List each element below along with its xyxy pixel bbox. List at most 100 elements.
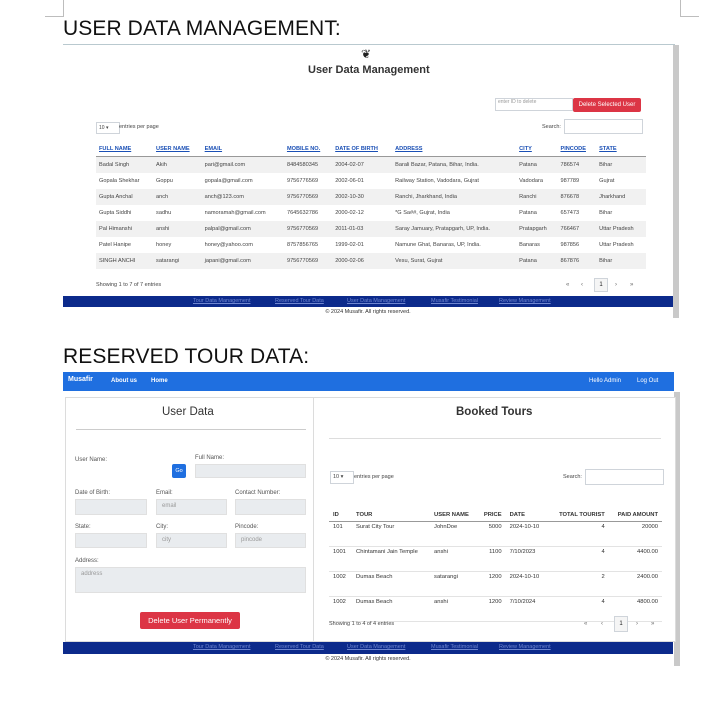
footer-link-review[interactable]: Review Management (499, 298, 551, 304)
footer-link-user-data[interactable]: User Data Management (347, 298, 405, 304)
nav-about[interactable]: About us (111, 378, 137, 384)
table-cell: 9756770569 (283, 221, 333, 237)
table-cell: 4 (549, 596, 609, 622)
brand-logo[interactable]: Musafir (68, 376, 93, 383)
column-header[interactable]: ID (329, 488, 353, 522)
column-header[interactable]: MOBILE NO. (283, 142, 333, 157)
nav-logout[interactable]: Log Out (637, 378, 658, 384)
table-cell: 1001 (329, 546, 353, 572)
copyright: © 2024 Musafir. All rights reserved. (325, 309, 411, 315)
column-header[interactable]: CITY (516, 142, 558, 157)
column-header[interactable]: PAID AMOUNT (608, 488, 662, 522)
fullname-field[interactable] (195, 464, 306, 478)
footer-link-testimonial[interactable]: Musafir Testimonial (431, 298, 478, 304)
table-row[interactable]: Patel Hanipe honey honey@yahoo.com 87578567… (96, 237, 646, 253)
entries-select[interactable]: 10 ▾ (96, 122, 120, 134)
contact-field[interactable] (235, 499, 306, 515)
footer-link-testimonial[interactable]: Musafir Testimonial (431, 644, 478, 650)
state-field[interactable] (75, 533, 147, 548)
column-header[interactable]: TOUR (352, 488, 431, 522)
pager-prev[interactable]: ‹ (581, 282, 583, 288)
table-cell: 4 (549, 521, 609, 547)
column-header[interactable]: DATE (505, 488, 550, 522)
delete-id-input[interactable]: enter ID to delete (495, 98, 573, 111)
entries-select[interactable]: 10 ▾ (330, 471, 354, 484)
table-row[interactable]: 1002 Dumas Beach satarangi 1200 2024-10-10 2 2… (329, 571, 662, 597)
scrollbar[interactable] (673, 45, 679, 318)
table-cell: japani@gmail.com (201, 253, 284, 269)
city-field[interactable]: city (156, 533, 227, 548)
table-cell: Patana (516, 156, 558, 173)
pager-last[interactable]: » (630, 282, 633, 288)
table-cell: anshi (430, 546, 478, 572)
table-cell: 8484580345 (283, 156, 333, 173)
table-cell: honey (156, 242, 172, 248)
nav-home[interactable]: Home (151, 378, 168, 384)
email-field[interactable]: email (156, 499, 227, 515)
username-label: User Name: (75, 457, 108, 463)
booked-tours-table: ID TOUR USER NAME PRICE DATE TOTAL TOURIST PAI… (329, 488, 662, 622)
column-header[interactable]: DATE OF BIRTH (332, 142, 393, 157)
address-field[interactable]: address (75, 567, 306, 593)
table-cell: 657473 (560, 210, 580, 216)
chevron-down-icon: ▾ (105, 125, 109, 131)
user-data-title: User Data (162, 406, 214, 418)
pager-current[interactable]: 1 (594, 278, 608, 292)
footer-link-tour-data[interactable]: Tour Data Management (193, 298, 250, 304)
footer-link-reserved-tour[interactable]: Reserved Tour Data (275, 644, 324, 650)
pager-first[interactable]: « (584, 621, 587, 627)
pager-prev[interactable]: ‹ (601, 621, 603, 627)
table-cell: anch@123.com (201, 189, 284, 205)
column-header[interactable]: EMAIL (201, 142, 284, 157)
table-cell: 1200 (477, 596, 506, 622)
user-data-management-screenshot: ❦ User Data Management enter ID to delet… (63, 45, 679, 318)
column-header[interactable]: PRICE (477, 488, 506, 522)
table-cell: 9756770569 (283, 189, 333, 205)
column-header[interactable]: STATE (596, 142, 646, 157)
dob-label: Date of Birth: (75, 490, 111, 496)
column-header[interactable]: ADDRESS (392, 142, 517, 157)
table-row[interactable]: 1002 Dumas Beach anshi 1200 7/10/2024 4 4800.0… (329, 596, 662, 622)
pager-next[interactable]: › (615, 282, 617, 288)
footer-bar: Tour Data Management Reserved Tour Data … (63, 296, 673, 307)
column-header[interactable]: USER NAME (153, 142, 202, 157)
pager-current[interactable]: 1 (614, 616, 628, 632)
table-row[interactable]: Gopala Shekhar Goppu gopala@gmail.com 97567… (96, 173, 646, 189)
delete-selected-user-button[interactable]: Delete Selected User (573, 98, 641, 112)
table-cell: Vadodara (519, 178, 543, 184)
page-corner-left (45, 0, 64, 17)
table-cell: anshi (430, 596, 478, 622)
entries-value: 10 (333, 474, 340, 480)
table-cell: Ranchi (516, 189, 558, 205)
footer-link-reserved-tour[interactable]: Reserved Tour Data (275, 298, 324, 304)
table-row[interactable]: Gupta Siddhi sadhu namoramah@gmail.com 7645… (96, 205, 646, 221)
pager-first[interactable]: « (566, 282, 569, 288)
table-cell: Patel Hanipe (99, 242, 132, 248)
table-row[interactable]: Pal Himanshi anshi palpal@gmail.com 9756770… (96, 221, 646, 237)
table-row[interactable]: Gupta Anchal anch anch@123.com 9756770569 20… (96, 189, 646, 205)
pager-last[interactable]: » (651, 621, 654, 627)
table-cell: 2000-02-12 (335, 210, 364, 216)
column-header[interactable]: FULL NAME (96, 142, 154, 157)
dob-field[interactable] (75, 499, 147, 515)
table-cell: Gujrat (599, 178, 615, 184)
table-row[interactable]: 1001 Chintamani Jain Temple anshi 1100 7/10/… (329, 546, 662, 572)
go-button[interactable]: Go (172, 464, 186, 478)
pager-next[interactable]: › (636, 621, 638, 627)
pincode-field[interactable]: pincode (235, 533, 306, 548)
entries-value: 10 (99, 125, 105, 131)
table-cell: Gopala Shekhar (99, 178, 140, 184)
footer-link-review[interactable]: Review Management (499, 644, 551, 650)
footer-link-tour-data[interactable]: Tour Data Management (193, 644, 250, 650)
table-row[interactable]: Badal Singh Akih pari@gmail.com 8484580345 2… (96, 156, 646, 173)
chevron-down-icon: ▾ (340, 474, 344, 480)
search-input[interactable] (585, 469, 664, 485)
footer-link-user-data[interactable]: User Data Management (347, 644, 405, 650)
column-header[interactable]: PINCODE (557, 142, 597, 157)
column-header[interactable]: TOTAL TOURIST (549, 488, 609, 522)
search-input[interactable] (564, 119, 643, 134)
column-header[interactable]: USER NAME (430, 488, 478, 522)
delete-user-permanently-button[interactable]: Delete User Permanently (140, 612, 240, 629)
table-row[interactable]: 101 Surat City Tour JohnDoe 5000 2024-10-10 4… (329, 521, 662, 547)
table-row[interactable]: SINGH ANCHI satarangi japani@gmail.com 9756… (96, 253, 646, 269)
